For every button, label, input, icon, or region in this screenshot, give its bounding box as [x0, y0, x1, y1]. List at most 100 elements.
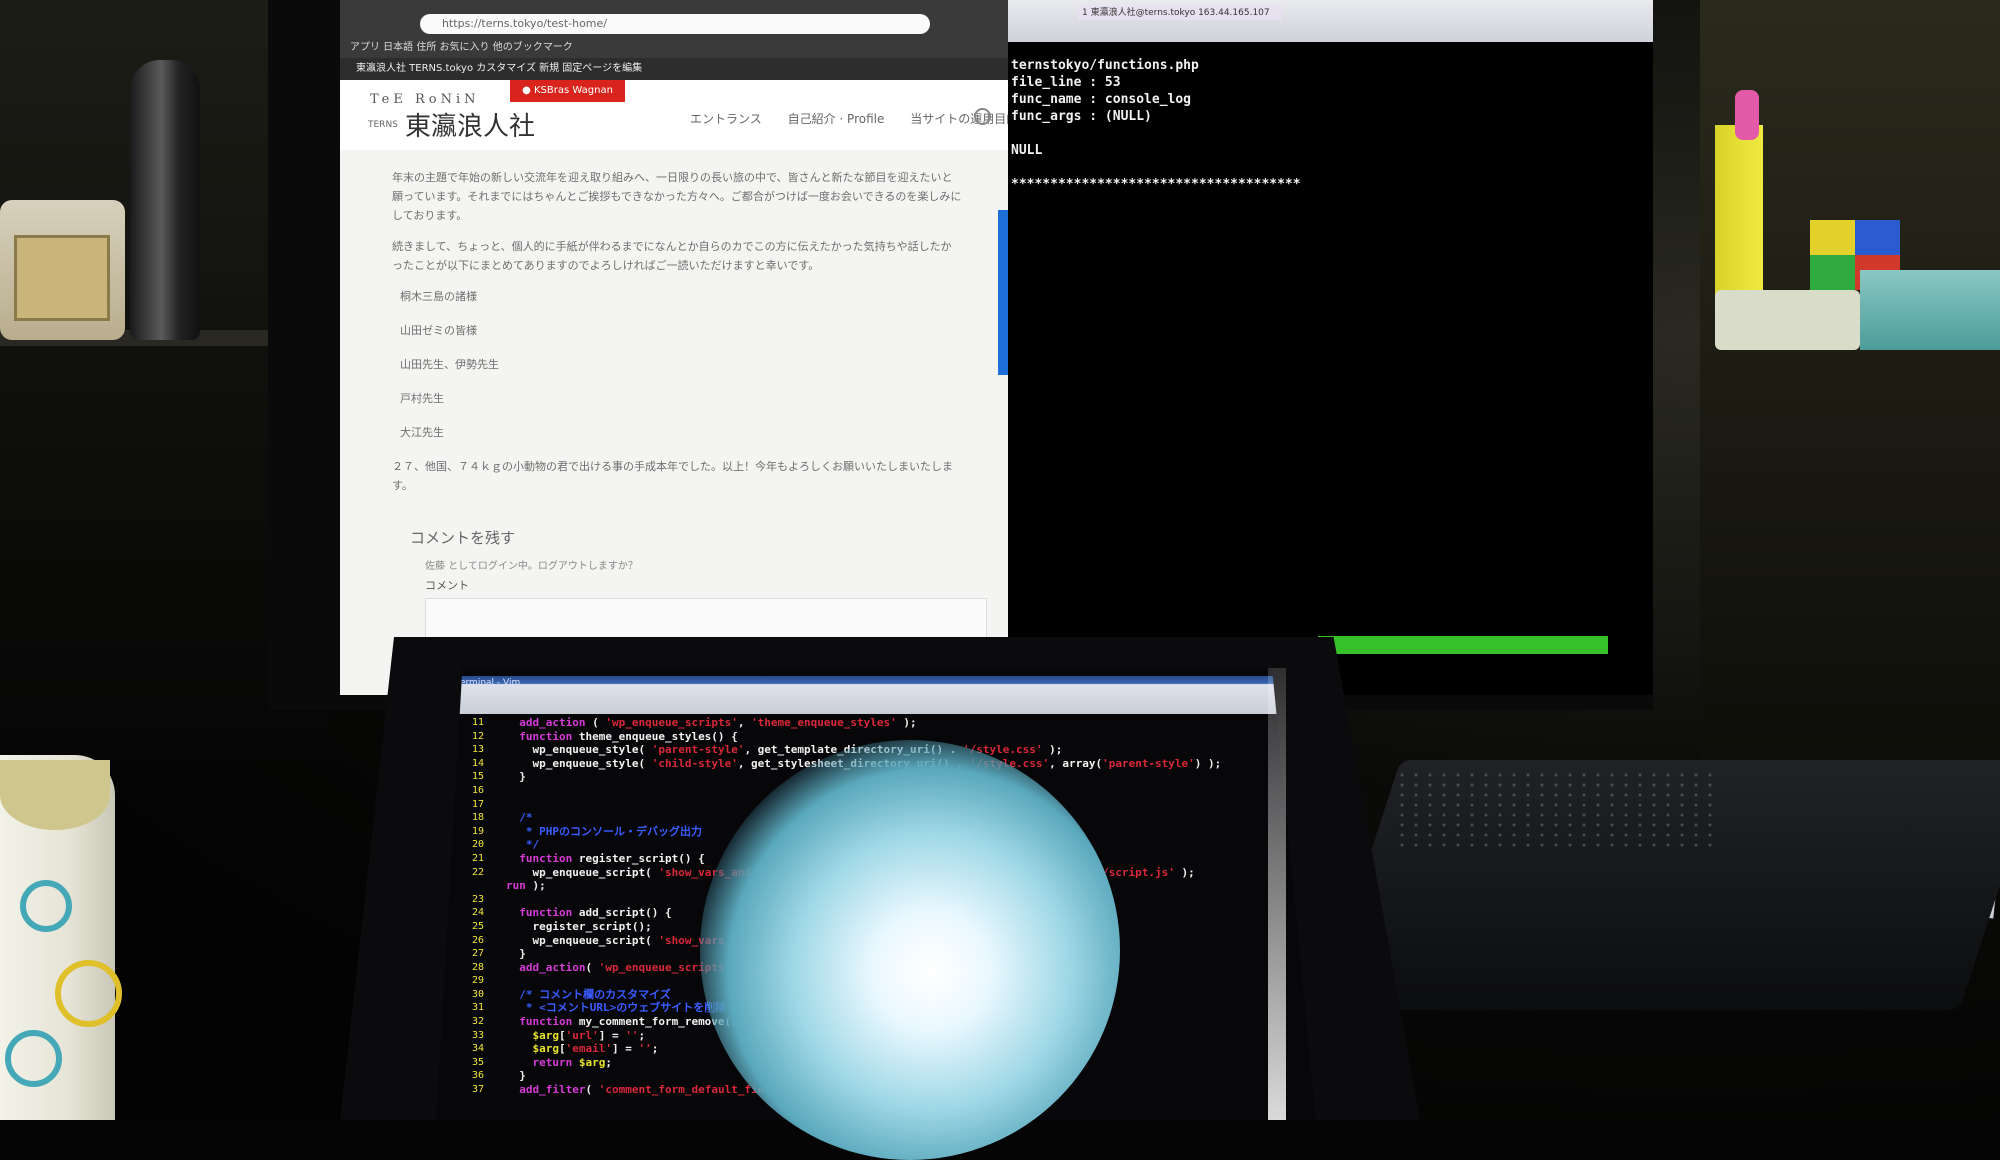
- scroll-accent[interactable]: [998, 210, 1008, 375]
- code-token: * PHPのコンソール・デバッグ出力: [519, 824, 702, 838]
- terminal-output: ternstokyo/functions.php file_line : 53 …: [1011, 40, 1301, 193]
- nav-item-purpose[interactable]: 当サイトの運用目的: [910, 112, 1008, 126]
- light-glare-bar: [1268, 668, 1286, 1120]
- code-token: /*: [519, 811, 533, 825]
- address-bar[interactable]: https://terns.tokyo/test-home/: [420, 14, 930, 34]
- line-number: 34: [471, 1043, 484, 1055]
- code-token: ;: [605, 1055, 612, 1069]
- code-token: }: [519, 1069, 526, 1083]
- code-token: (: [585, 960, 599, 974]
- line-number: 26: [471, 934, 484, 946]
- line-number: [456, 879, 484, 893]
- code-token: register_script() {: [572, 851, 705, 865]
- terminal-line: func_name : console_log: [1011, 92, 1192, 107]
- code-token: 'email': [565, 1042, 612, 1056]
- line-number: 19: [471, 825, 484, 837]
- line-number: 36: [471, 1070, 484, 1082]
- code-token: 'theme_enqueue_styles': [751, 716, 897, 729]
- progress-bar: [1318, 636, 1608, 654]
- code-token: add_script() {: [572, 906, 672, 920]
- site-header: TeE RoNiN TERNS 東瀛浪人社 ● KSBras Wagnan エン…: [340, 80, 1008, 150]
- article-closing: ２７、他国、７４ｋｇの小動物の君で出ける事の手成本年でした。以上！今年もよろしく…: [392, 460, 953, 492]
- search-icon[interactable]: [974, 108, 991, 125]
- nav-item-profile[interactable]: 自己紹介 · Profile: [788, 112, 885, 126]
- browser-chrome: https://terns.tokyo/test-home/ アプリ 日本語 住…: [340, 0, 1008, 80]
- mug-flower-pattern: [5, 1030, 62, 1087]
- mug-flower-pattern: [20, 880, 72, 932]
- line-number: 21: [471, 852, 484, 864]
- line-number: 31: [471, 1002, 484, 1014]
- code-token: theme_enqueue_styles() {: [572, 729, 738, 743]
- code-token: '': [625, 1028, 639, 1042]
- code-token: function: [519, 906, 573, 920]
- code-token: }: [519, 770, 526, 784]
- article-paragraph: 年末の主題で年始の新しい交流年を迎え取り組みへ、一日限りの長い旅の中で、皆さんと…: [392, 171, 962, 222]
- code-token: $arg: [532, 1028, 560, 1042]
- line-number: 30: [471, 988, 484, 1000]
- code-token: );: [1174, 865, 1195, 879]
- code-token: wp_enqueue_script(: [532, 933, 659, 947]
- code-token: }: [519, 947, 526, 961]
- thermos-bottle: [130, 60, 200, 340]
- code-token: add_action: [519, 960, 586, 974]
- terminal-tab[interactable]: 1 東瀛浪人社@terns.tokyo 163.44.165.107: [1078, 6, 1282, 20]
- mug-flower-pattern: [55, 960, 122, 1027]
- live-badge: ● KSBras Wagnan: [510, 80, 625, 102]
- laptop-window-title: Terminal - Vim: [456, 678, 521, 688]
- code-token: $arg: [578, 1055, 606, 1069]
- code-token: function: [519, 851, 573, 865]
- keyboard-reflections: [1395, 770, 1715, 850]
- code-token: wp_enqueue_style(: [532, 756, 652, 770]
- code-token: * <コメントURL>のウェブサイトを削除: [519, 1001, 727, 1015]
- code-token: ) );: [1194, 756, 1222, 770]
- nav-item-entrance[interactable]: エントランス: [690, 112, 762, 126]
- code-token: '': [638, 1042, 652, 1056]
- comment-login-note[interactable]: 佐藤 としてログイン中。ログアウトしますか？: [425, 557, 638, 572]
- code-token: (: [585, 1083, 599, 1097]
- code-token: function: [519, 1015, 573, 1029]
- code-token: );: [525, 879, 546, 893]
- code-token: ;: [651, 1042, 659, 1056]
- code-token: wp_enqueue_script(: [532, 865, 659, 879]
- line-number: 37: [471, 1084, 484, 1096]
- admin-bar[interactable]: 東瀛浪人社 TERNS.tokyo カスタマイズ 新規 固定ページを編集: [340, 58, 1008, 80]
- white-device: [1715, 290, 1860, 350]
- line-number: 35: [471, 1056, 484, 1068]
- line-number-gutter: 11 12 13 14 15 16 17 18 19 20 21 22 23 24 25 26 27 28 29 3…: [456, 716, 484, 1120]
- line-number: 18: [471, 812, 484, 824]
- line-number: 14: [471, 757, 484, 769]
- bookmarks-bar[interactable]: アプリ 日本語 住所 お気に入り 他のブックマーク: [350, 40, 1000, 56]
- code-token: 'child-style': [651, 756, 738, 770]
- thanks-name: 戸村先生: [400, 392, 444, 405]
- code-token: [: [559, 1028, 566, 1042]
- line-number: 29: [471, 975, 484, 987]
- code-line: add_action ( 'wp_enqueue_scripts', 'them…: [506, 716, 1221, 730]
- line-number: 32: [471, 1016, 484, 1028]
- code-token: wp_enqueue_style(: [532, 743, 652, 757]
- code-token: add_action: [519, 716, 586, 729]
- site-nav: エントランス 自己紹介 · Profile 当サイトの運用目的: [690, 110, 1008, 127]
- line-number: 23: [471, 893, 484, 905]
- browser-window: https://terns.tokyo/test-home/ アプリ 日本語 住…: [340, 0, 1008, 695]
- line-number: 33: [471, 1029, 484, 1041]
- code-token: 'url': [565, 1028, 599, 1042]
- mug-drink: [0, 760, 110, 830]
- thanks-name: 山田先生、伊勢先生: [400, 358, 499, 371]
- line-number: 28: [471, 961, 484, 973]
- code-token: );: [1042, 743, 1063, 757]
- code-token: , array(: [1049, 756, 1103, 770]
- terminal-window: 1 東瀛浪人社@terns.tokyo 163.44.165.107 terns…: [1008, 0, 1653, 695]
- line-number: 16: [471, 784, 484, 796]
- code-token: (: [585, 716, 606, 729]
- laptop-window-chrome: Terminal - Vim: [436, 676, 1316, 714]
- terminal-line: func_args : (NULL): [1011, 109, 1152, 124]
- line-number: 20: [471, 839, 484, 851]
- terminal-line: *************************************: [1011, 177, 1301, 192]
- site-logo[interactable]: 東瀛浪人社: [405, 106, 535, 143]
- line-number: 24: [471, 907, 484, 919]
- terminal-chrome: 1 東瀛浪人社@terns.tokyo 163.44.165.107: [1008, 0, 1653, 42]
- code-token: );: [896, 716, 917, 729]
- code-token: ;: [638, 1028, 646, 1042]
- jar-label: [14, 235, 110, 321]
